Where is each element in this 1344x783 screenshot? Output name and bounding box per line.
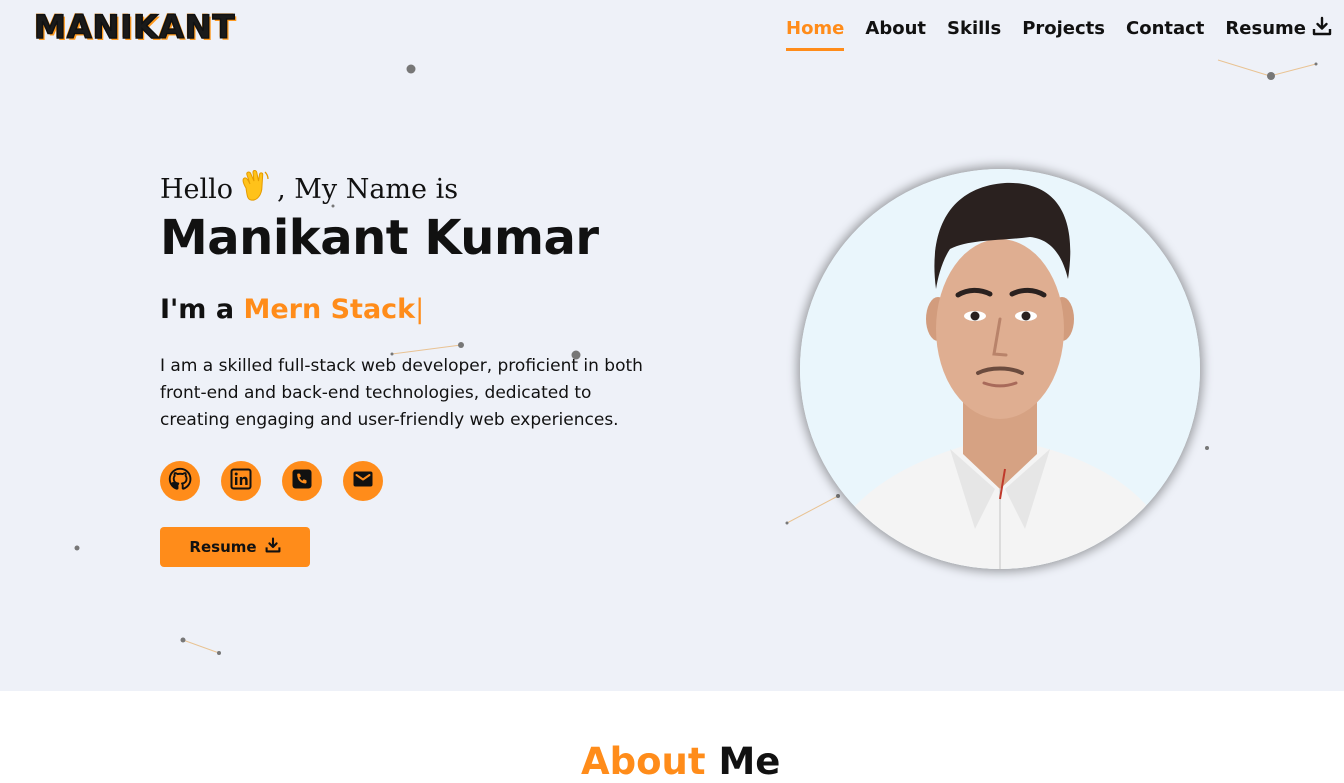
download-icon [265, 537, 281, 557]
typing-cursor: | [415, 294, 425, 325]
nav-resume-label: Resume [1225, 18, 1306, 39]
profile-photo [800, 169, 1200, 569]
site-logo[interactable]: MANIKANT [33, 7, 235, 47]
hero-section: MANIKANT Home About Skills Projects Cont… [0, 0, 1344, 691]
greeting: Hello , My Name is [160, 168, 458, 211]
resume-button-label: Resume [189, 538, 257, 556]
mail-link[interactable] [343, 461, 383, 501]
role-typed: Mern Stack [243, 294, 416, 325]
social-links [160, 461, 383, 501]
waving-hand-icon [237, 168, 273, 211]
greeting-rest: , My Name is [277, 174, 459, 205]
phone-link[interactable] [282, 461, 322, 501]
nav-resume[interactable]: Resume [1225, 16, 1332, 53]
nav-home[interactable]: Home [786, 18, 845, 51]
phone-icon [291, 468, 313, 495]
greeting-hello: Hello [160, 174, 234, 205]
github-link[interactable] [160, 461, 200, 501]
mail-icon [352, 468, 374, 495]
role-prefix: I'm a [160, 294, 235, 325]
nav-contact[interactable]: Contact [1126, 18, 1204, 51]
role-line: I'm a Mern Stack| [160, 294, 424, 325]
profile-illustration [800, 169, 1200, 569]
nav-projects[interactable]: Projects [1022, 18, 1105, 51]
download-icon [1312, 16, 1332, 41]
linkedin-icon [230, 468, 252, 495]
main-nav: Home About Skills Projects Contact Resum… [786, 16, 1344, 53]
github-icon [168, 467, 192, 496]
linkedin-link[interactable] [221, 461, 261, 501]
hero-bio: I am a skilled full-stack web developer,… [160, 356, 643, 430]
resume-button[interactable]: Resume [160, 527, 310, 567]
hero-name: Manikant Kumar [160, 210, 599, 266]
nav-about[interactable]: About [865, 18, 926, 51]
nav-skills[interactable]: Skills [947, 18, 1001, 51]
